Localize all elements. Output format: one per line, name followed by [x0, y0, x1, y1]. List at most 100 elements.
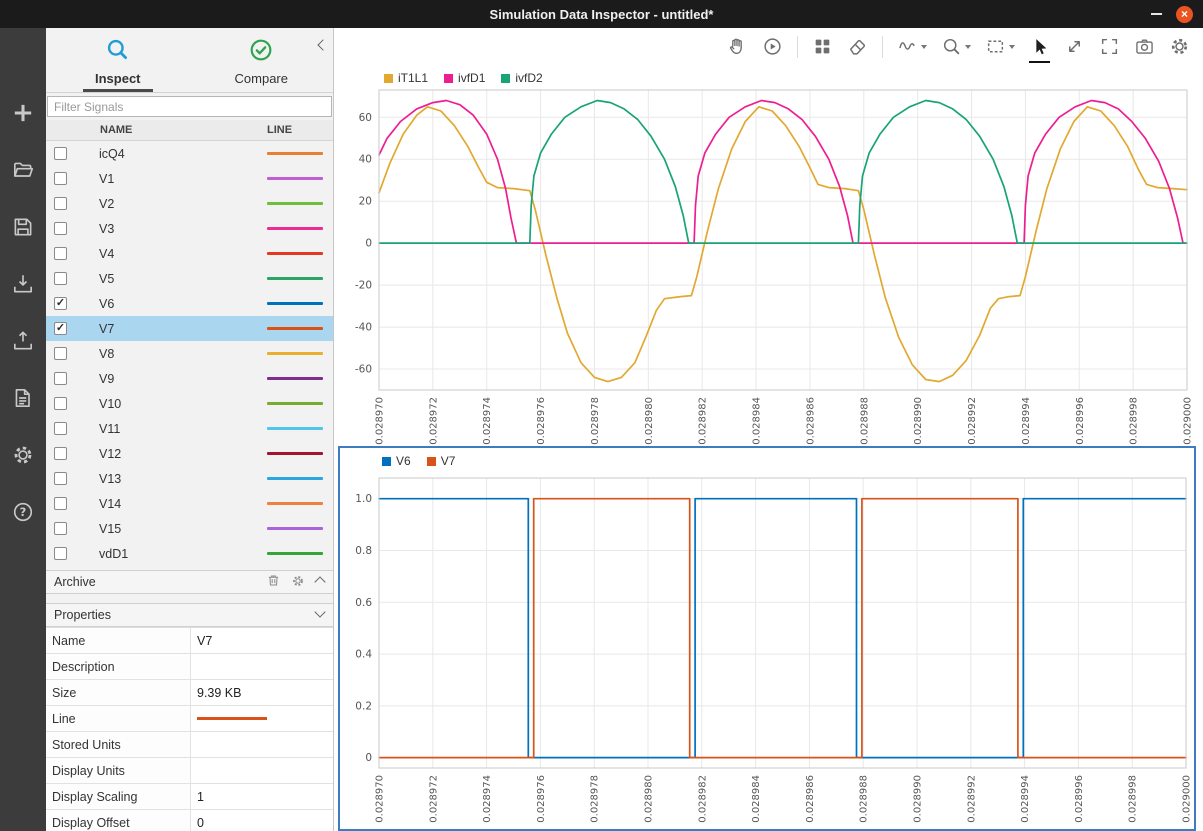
- legend-label: V7: [441, 454, 456, 468]
- signal-row-V8[interactable]: V8: [46, 341, 333, 366]
- signal-row-V14[interactable]: V14: [46, 491, 333, 516]
- save-icon[interactable]: [8, 212, 38, 242]
- bottom-subplot-selected[interactable]: V6 V7 0.0289700.0289720.0289740.0289760.0…: [338, 446, 1196, 831]
- top-subplot[interactable]: iT1L1 ivfD1 ivfD2 0.0289700.0289720.028974…: [334, 65, 1203, 446]
- signal-row-V11[interactable]: V11: [46, 416, 333, 441]
- signal-checkbox[interactable]: [54, 247, 67, 260]
- trash-icon[interactable]: [267, 574, 280, 590]
- signal-checkbox[interactable]: [54, 222, 67, 235]
- signal-row-V12[interactable]: V12: [46, 441, 333, 466]
- toolbar-separator: [797, 36, 798, 58]
- signal-checkbox[interactable]: [54, 397, 67, 410]
- legend-label: V6: [396, 454, 411, 468]
- tab-compare[interactable]: Compare: [190, 28, 334, 92]
- zoom-icon[interactable]: [941, 35, 971, 59]
- signal-row-V13[interactable]: V13: [46, 466, 333, 491]
- legend-item-V7[interactable]: V7: [427, 454, 456, 468]
- signal-name: V14: [67, 497, 267, 511]
- archive-gear-icon[interactable]: [291, 574, 305, 591]
- signal-row-V6[interactable]: ✓V6: [46, 291, 333, 316]
- signal-row-V7[interactable]: ✓V7: [46, 316, 333, 341]
- bottom-chart-canvas[interactable]: 0.0289700.0289720.0289740.0289760.028978…: [340, 448, 1194, 827]
- signal-line-cell: [267, 352, 333, 355]
- y-tick-label: 1.0: [355, 493, 372, 505]
- properties-section-header[interactable]: Properties: [46, 603, 333, 627]
- property-row: Display Units: [46, 758, 333, 784]
- report-icon[interactable]: [8, 383, 38, 413]
- help-icon[interactable]: ?: [8, 497, 38, 527]
- signal-checkbox[interactable]: ✓: [54, 322, 67, 335]
- signal-trace-icon[interactable]: [897, 35, 927, 59]
- signal-checkbox[interactable]: [54, 472, 67, 485]
- minimize-icon[interactable]: [1151, 13, 1162, 15]
- signal-row-V3[interactable]: V3: [46, 216, 333, 241]
- fullscreen-icon[interactable]: [1099, 35, 1120, 59]
- signal-checkbox[interactable]: [54, 522, 67, 535]
- clear-plots-eraser-icon[interactable]: [847, 35, 868, 59]
- arrow-cursor-icon[interactable]: [1029, 35, 1050, 59]
- top-chart-canvas[interactable]: 0.0289700.0289720.0289740.0289760.028978…: [334, 65, 1203, 446]
- y-tick-label: 20: [359, 196, 372, 208]
- main-area: iT1L1 ivfD1 ivfD2 0.0289700.0289720.028974…: [334, 28, 1203, 831]
- legend-item-iT1L1[interactable]: iT1L1: [384, 71, 428, 85]
- property-value[interactable]: [191, 706, 333, 731]
- properties-collapse-chevron-icon[interactable]: [316, 608, 324, 622]
- legend-item-V6[interactable]: V6: [382, 454, 411, 468]
- region-select-icon[interactable]: [985, 35, 1015, 59]
- signal-checkbox[interactable]: [54, 372, 67, 385]
- property-value[interactable]: [191, 732, 333, 757]
- signal-checkbox[interactable]: [54, 272, 67, 285]
- legend-swatch: [384, 74, 393, 83]
- import-icon[interactable]: [8, 269, 38, 299]
- signal-row-V9[interactable]: V9: [46, 366, 333, 391]
- legend-item-ivfD1[interactable]: ivfD1: [444, 71, 485, 85]
- y-tick-label: 0: [365, 752, 372, 764]
- signal-row-V4[interactable]: V4: [46, 241, 333, 266]
- snapshot-camera-icon[interactable]: [1134, 35, 1155, 59]
- archive-label: Archive: [54, 575, 96, 589]
- signal-row-V15[interactable]: V15: [46, 516, 333, 541]
- add-icon[interactable]: [8, 98, 38, 128]
- property-value[interactable]: [191, 758, 333, 783]
- tab-inspect[interactable]: Inspect: [46, 28, 190, 92]
- signal-checkbox[interactable]: [54, 422, 67, 435]
- pan-hand-icon[interactable]: [727, 35, 748, 59]
- signal-checkbox[interactable]: [54, 447, 67, 460]
- close-icon[interactable]: ×: [1176, 6, 1193, 23]
- archive-collapse-chevron-icon[interactable]: [316, 575, 324, 589]
- signal-checkbox[interactable]: [54, 347, 67, 360]
- signal-checkbox[interactable]: [54, 197, 67, 210]
- property-label: Line: [46, 706, 191, 731]
- signal-checkbox[interactable]: [54, 172, 67, 185]
- property-value[interactable]: 0: [191, 810, 333, 831]
- property-value[interactable]: 9.39 KB: [191, 680, 333, 705]
- signal-row-V1[interactable]: V1: [46, 166, 333, 191]
- sidebar-collapse-chevron-icon[interactable]: [319, 36, 327, 54]
- y-tick-label: 0.2: [355, 700, 372, 712]
- sidebar-tabs: Inspect Compare: [46, 28, 333, 93]
- signal-row-vdD1[interactable]: vdD1: [46, 541, 333, 566]
- plot-settings-gear-icon[interactable]: [1169, 35, 1190, 59]
- properties-table: NameV7DescriptionSize9.39 KBLineStored U…: [46, 627, 333, 831]
- export-icon[interactable]: [8, 326, 38, 356]
- open-folder-icon[interactable]: [8, 155, 38, 185]
- replay-icon[interactable]: [762, 35, 783, 59]
- subplot-layout-icon[interactable]: [812, 35, 833, 59]
- signal-checkbox[interactable]: [54, 547, 67, 560]
- property-value[interactable]: 1: [191, 784, 333, 809]
- signal-row-V5[interactable]: V5: [46, 266, 333, 291]
- archive-section-header[interactable]: Archive: [46, 570, 333, 594]
- fit-to-view-icon[interactable]: [1064, 35, 1085, 59]
- signal-checkbox[interactable]: ✓: [54, 297, 67, 310]
- preferences-gear-icon[interactable]: [8, 440, 38, 470]
- signal-row-icQ4[interactable]: icQ4: [46, 141, 333, 166]
- signal-checkbox[interactable]: [54, 147, 67, 160]
- filter-signals-input[interactable]: [47, 96, 332, 117]
- property-value[interactable]: [191, 654, 333, 679]
- property-value[interactable]: V7: [191, 628, 333, 653]
- signal-checkbox[interactable]: [54, 497, 67, 510]
- signal-row-V2[interactable]: V2: [46, 191, 333, 216]
- signal-row-V10[interactable]: V10: [46, 391, 333, 416]
- legend-item-ivfD2[interactable]: ivfD2: [501, 71, 542, 85]
- compare-check-icon: [248, 37, 274, 68]
